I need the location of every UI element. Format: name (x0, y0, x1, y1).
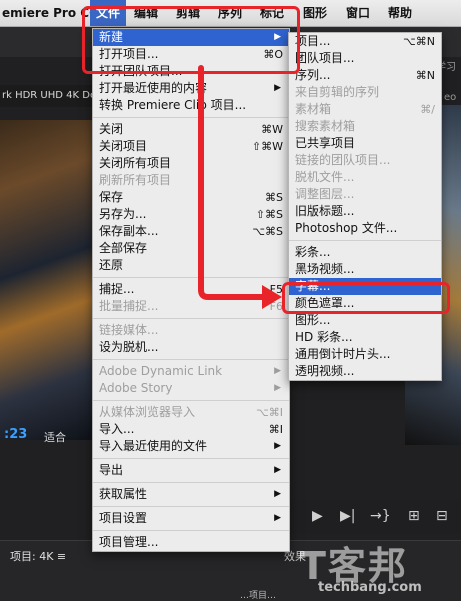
annotation-arrow (198, 65, 282, 309)
